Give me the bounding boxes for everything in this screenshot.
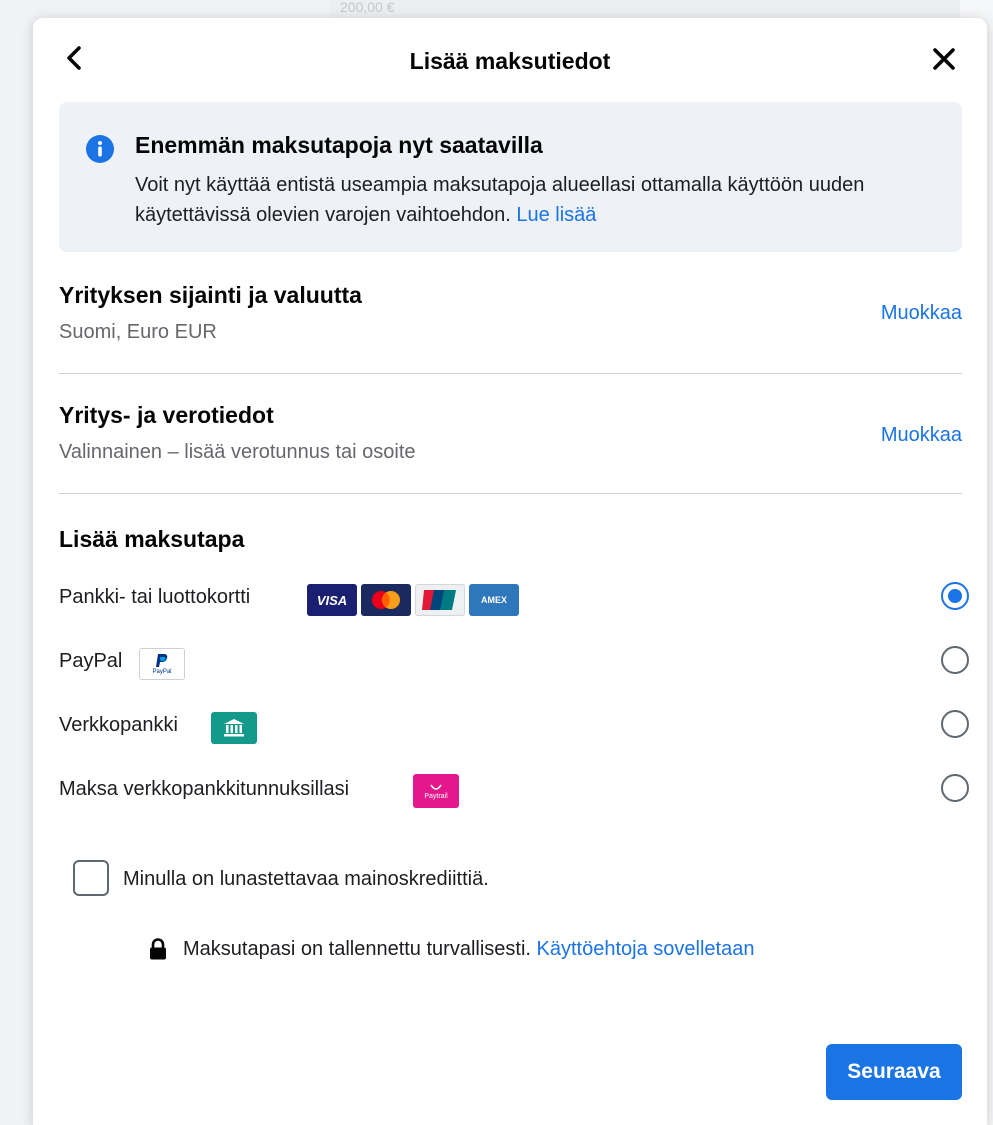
paypal-icon: PayPal xyxy=(139,648,185,680)
banner-text: Voit nyt käyttää entistä useampia maksut… xyxy=(135,174,865,226)
visa-card-icon: VISA xyxy=(307,584,357,616)
secure-note-text: Maksutapasi on tallennettu turvallisesti… xyxy=(183,938,755,960)
lock-icon xyxy=(150,938,166,960)
edit-tax-info-link[interactable]: Muokkaa xyxy=(881,424,962,447)
banner-title: Enemmän maksutapoja nyt saatavilla xyxy=(135,132,543,158)
ad-credit-option: Minulla on lunastettavaa mainoskrediitti… xyxy=(73,860,673,900)
business-location-title: Yrityksen sijainti ja valuutta xyxy=(59,282,362,308)
background-amount: 200,00 € xyxy=(340,0,395,15)
secure-payment-note: Maksutapasi on tallennettu turvallisesti… xyxy=(149,936,929,966)
mastercard-icon xyxy=(361,584,411,616)
payment-option-online-bank[interactable]: Verkkopankki xyxy=(59,706,969,746)
dialog-header: Lisää maksutiedot xyxy=(33,18,987,102)
payment-option-label: Pankki- tai luottokortti xyxy=(59,586,251,608)
next-button[interactable]: Seuraava xyxy=(826,1044,962,1100)
payment-option-paypal[interactable]: PayPal PayPal xyxy=(59,642,969,682)
business-location-value: Suomi, Euro EUR xyxy=(59,321,217,343)
paytrail-icons: Paytrail xyxy=(413,774,459,808)
payment-option-label: Maksa verkkopankkitunnuksillasi xyxy=(59,778,350,800)
payment-method-heading: Lisää maksutapa xyxy=(59,526,245,552)
unionpay-icon xyxy=(415,584,465,616)
payment-option-label: Verkkopankki xyxy=(59,714,178,736)
payment-option-card[interactable]: Pankki- tai luottokortti VISA AMEX xyxy=(59,578,969,618)
divider xyxy=(59,493,962,494)
radio-online-bank[interactable] xyxy=(941,710,969,738)
terms-link[interactable]: Käyttöehtoja sovelletaan xyxy=(537,938,755,960)
tax-info-section: Yritys- ja verotiedot Valinnainen – lisä… xyxy=(59,402,962,482)
card-brand-icons: VISA AMEX xyxy=(307,584,519,616)
divider xyxy=(59,373,962,374)
payment-option-label: PayPal xyxy=(59,650,123,672)
bank-icon xyxy=(211,712,257,744)
learn-more-link[interactable]: Lue lisää xyxy=(516,204,596,226)
ad-credit-label: Minulla on lunastettavaa mainoskrediitti… xyxy=(123,868,489,890)
info-banner: Enemmän maksutapoja nyt saatavilla Voit … xyxy=(59,102,962,252)
edit-business-location-link[interactable]: Muokkaa xyxy=(881,302,962,325)
add-payment-info-dialog: Lisää maksutiedot Enemmän maksutapoja ny… xyxy=(33,18,987,1125)
dialog-title: Lisää maksutiedot xyxy=(409,48,611,74)
paypal-icons: PayPal xyxy=(139,648,185,680)
radio-card[interactable] xyxy=(941,582,969,610)
ad-credit-checkbox[interactable] xyxy=(73,860,109,896)
radio-paytrail[interactable] xyxy=(941,774,969,802)
paytrail-icon: Paytrail xyxy=(413,774,459,808)
tax-info-title: Yritys- ja verotiedot xyxy=(59,402,274,428)
close-icon xyxy=(933,48,955,70)
tax-info-value: Valinnainen – lisää verotunnus tai osoit… xyxy=(59,441,416,463)
amex-icon: AMEX xyxy=(469,584,519,616)
info-icon xyxy=(86,135,114,163)
payment-option-paytrail[interactable]: Maksa verkkopankkitunnuksillasi Paytrail xyxy=(59,770,969,810)
business-location-section: Yrityksen sijainti ja valuutta Suomi, Eu… xyxy=(59,282,962,362)
bank-icons xyxy=(211,712,257,744)
banner-body: Voit nyt käyttää entistä useampia maksut… xyxy=(135,170,945,230)
radio-paypal[interactable] xyxy=(941,646,969,674)
close-button[interactable] xyxy=(929,44,959,74)
